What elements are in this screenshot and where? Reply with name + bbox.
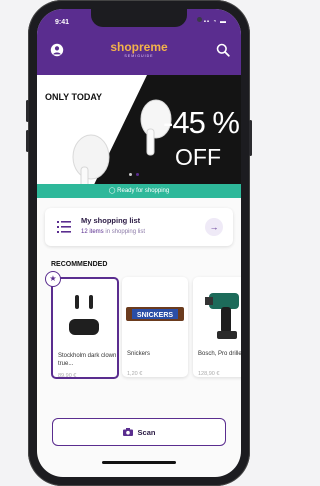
user-icon[interactable]	[49, 42, 65, 58]
scan-button[interactable]: Scan	[52, 418, 226, 446]
product-name: Stockholm dark clown true...	[58, 353, 117, 367]
scan-label: Scan	[137, 427, 156, 437]
item-count: 12 items	[81, 229, 104, 235]
earbuds-image	[69, 295, 99, 335]
product-name: Bosch, Pro driller x12	[198, 351, 241, 357]
power-button	[249, 120, 252, 156]
product-price: 128,90 €	[198, 371, 220, 377]
check-circle-icon: ◯	[108, 188, 118, 194]
app-header: 9:41 ▪▪ ◔ ▬ shopreme SEMIGUIDE	[37, 9, 241, 75]
volume-up-button	[26, 100, 29, 122]
volume-down-button	[26, 130, 29, 152]
status-time: 9:41	[55, 19, 70, 26]
home-indicator[interactable]	[102, 461, 176, 464]
arrow-right-icon[interactable]: →	[205, 218, 223, 236]
camera-icon	[197, 17, 202, 22]
promo-banner[interactable]: ONLY TODAY -45 % OFF	[37, 75, 241, 195]
carousel-dot[interactable]	[129, 173, 132, 176]
camera-icon	[122, 428, 133, 436]
shopping-list-title: My shopping list	[81, 216, 141, 225]
drill-image	[205, 293, 239, 339]
product-card-snickers[interactable]: SNICKERS Snickers 1,20 €	[122, 277, 188, 377]
search-icon[interactable]	[215, 42, 231, 58]
notch	[91, 9, 202, 27]
snickers-brand: SNICKERS	[137, 312, 174, 319]
product-price: 89,90 €	[58, 373, 77, 379]
shopping-list-subtitle: 12 items in shopping list	[81, 229, 145, 235]
status-icons: ▪▪ ◔ ▬	[203, 19, 227, 25]
ready-text: Ready for shopping	[117, 188, 170, 194]
product-name: Snickers	[127, 351, 151, 357]
banner-tag: ONLY TODAY	[45, 92, 103, 102]
app-screen: 9:41 ▪▪ ◔ ▬ shopreme SEMIGUIDE ONLY TODA…	[37, 9, 241, 477]
list-icon	[57, 221, 71, 233]
product-card-drill[interactable]: Bosch, Pro driller x12 128,90 €	[193, 277, 241, 377]
ready-bar: ◯ Ready for shopping	[37, 184, 241, 198]
recommended-title: RECOMMENDED	[51, 261, 108, 268]
shopreme-logo: shopreme	[110, 40, 168, 54]
banner-off: OFF	[175, 144, 221, 170]
product-card-earbuds[interactable]: Stockholm dark clown true... 89,90 €	[51, 277, 119, 379]
phone-frame: 9:41 ▪▪ ◔ ▬ shopreme SEMIGUIDE ONLY TODA…	[26, 0, 252, 486]
banner-discount: -45 %	[163, 105, 240, 140]
logo-subtitle: SEMIGUIDE	[124, 54, 154, 58]
subtitle-rest: in shopping list	[103, 229, 146, 235]
snickers-image: SNICKERS	[126, 307, 184, 321]
carousel-dot-active[interactable]	[136, 173, 139, 176]
shopping-list-card[interactable]: My shopping list 12 items in shopping li…	[45, 208, 233, 246]
product-price: 1,20 €	[127, 371, 143, 377]
star-icon: ★	[45, 271, 61, 287]
